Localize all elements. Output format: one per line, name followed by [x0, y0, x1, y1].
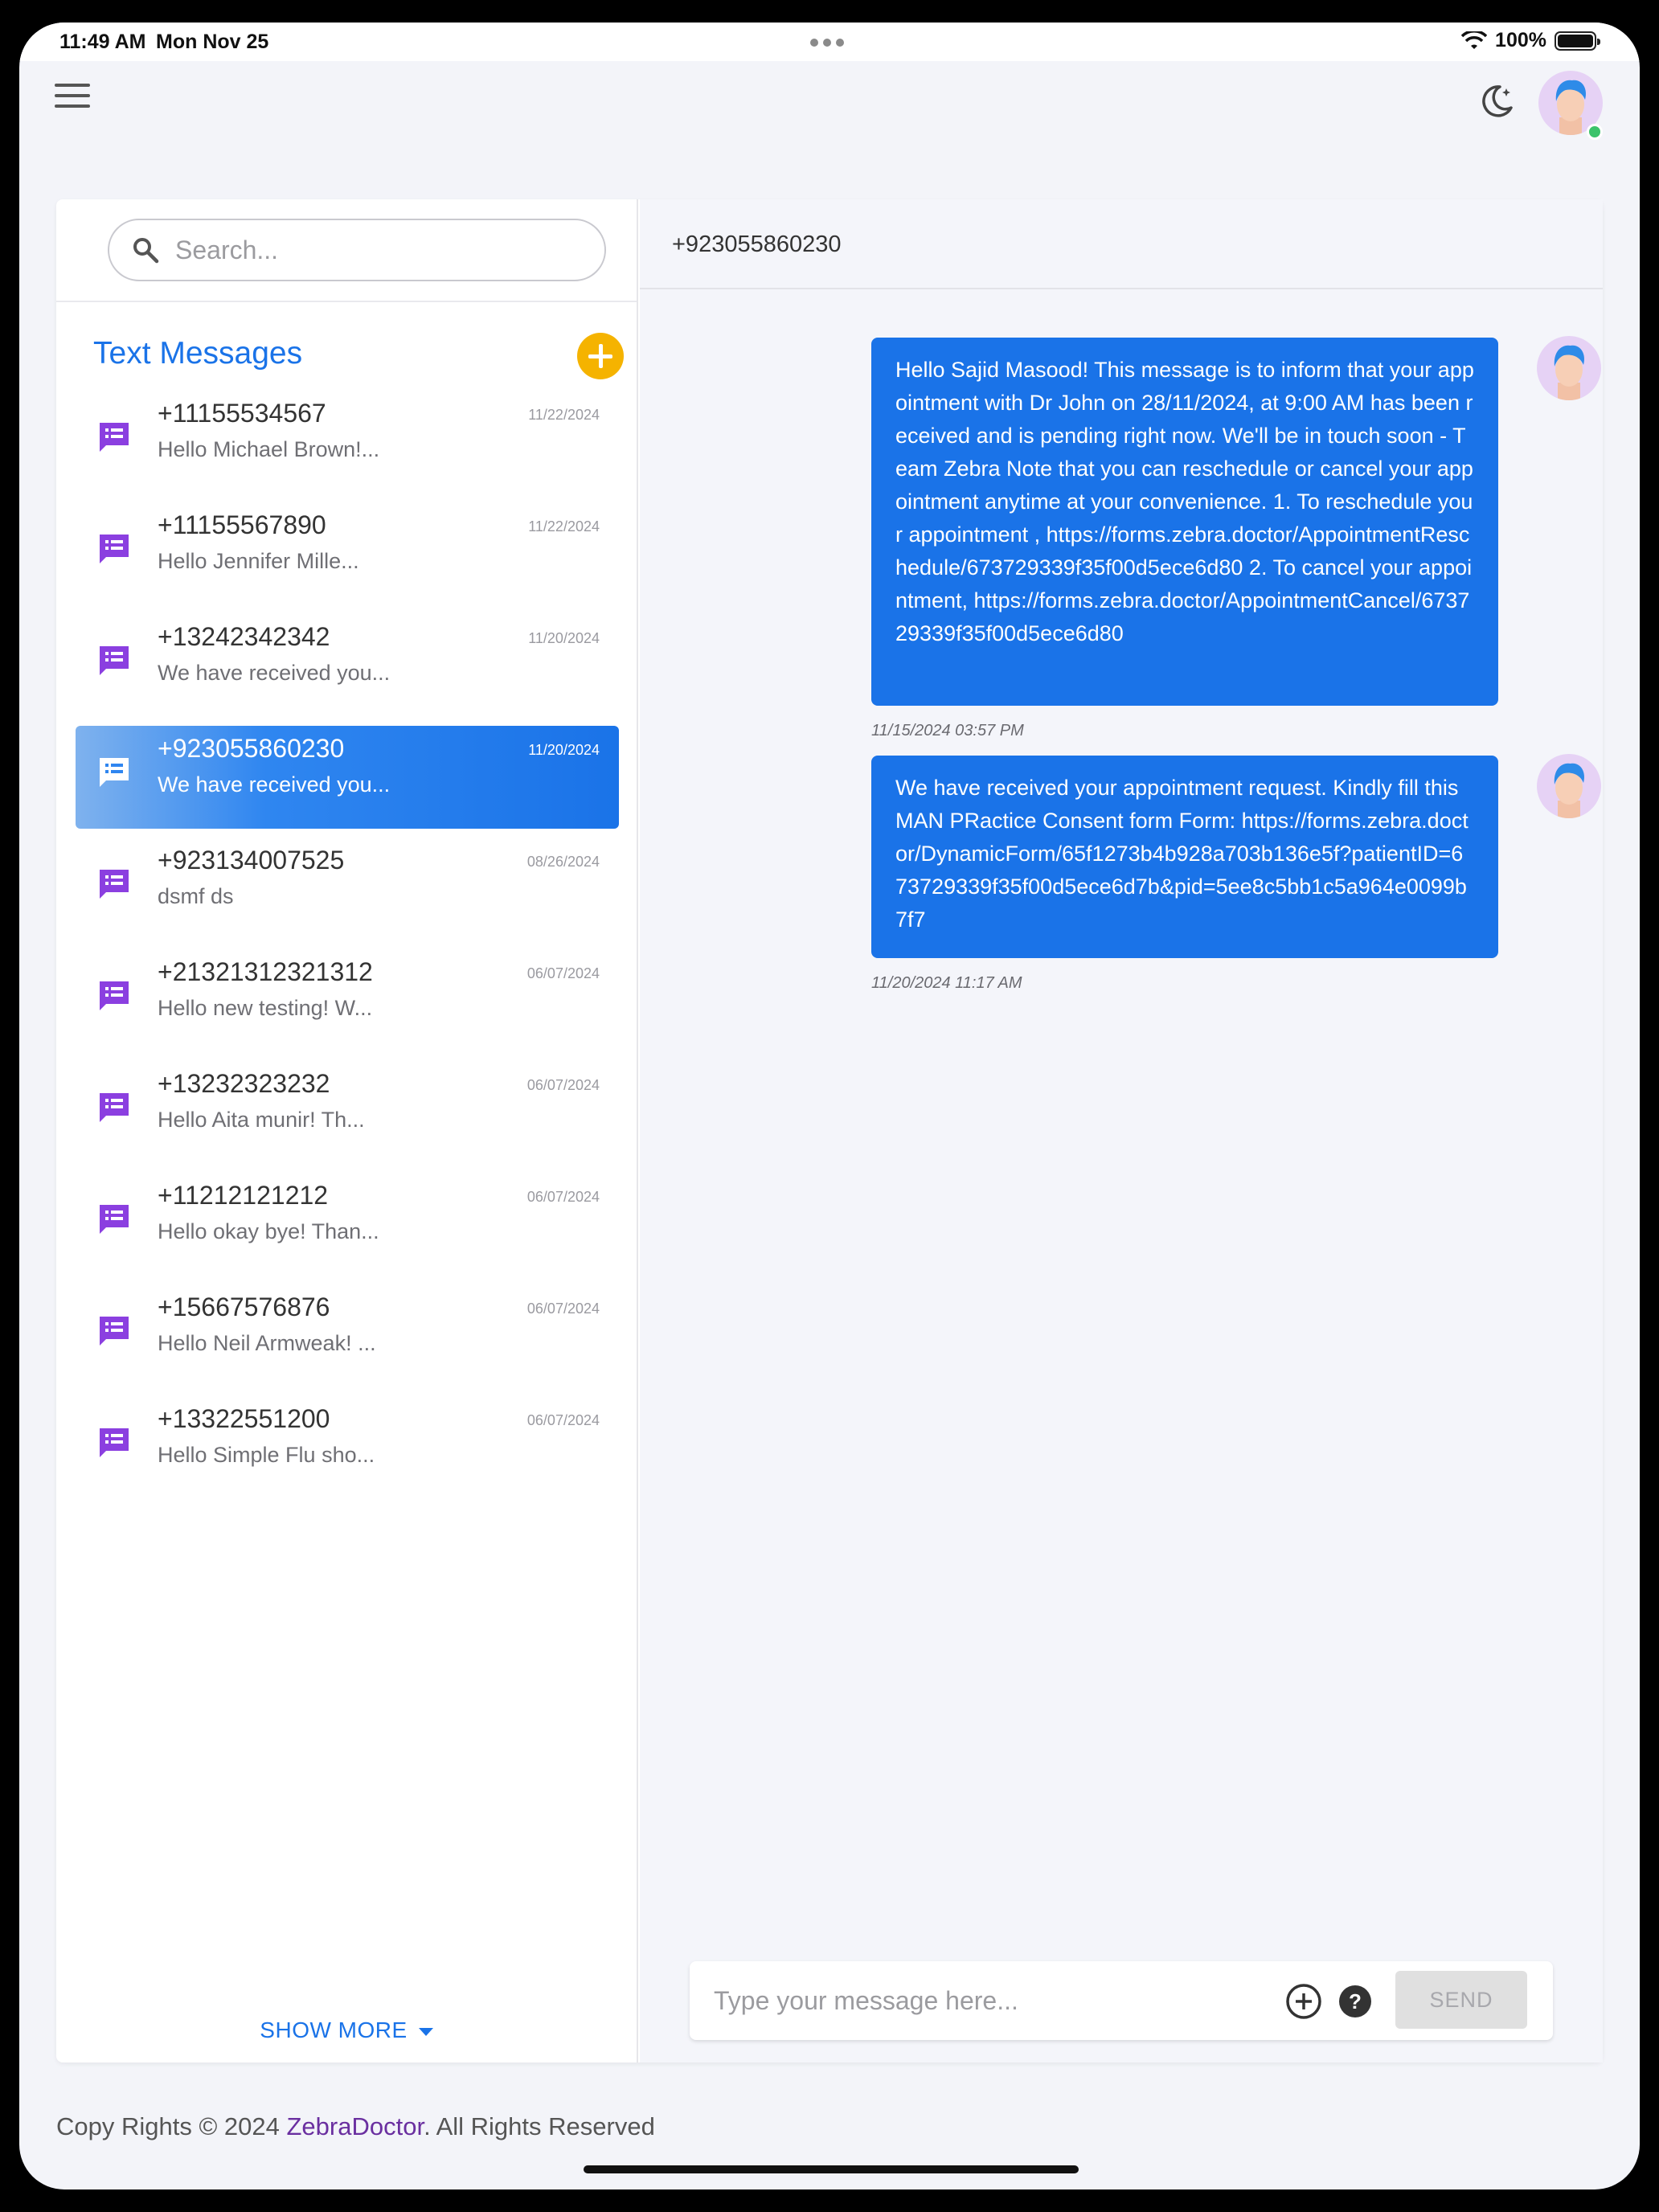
thread-phone: +923055860230: [158, 734, 345, 763]
wifi-icon: [1461, 31, 1488, 49]
thread-preview: Hello Neil Armweak! ...: [158, 1331, 376, 1355]
thread-phone: +11155534567: [158, 399, 326, 428]
avatar-illustration: [1554, 763, 1585, 818]
threads-panel: Text Messages +11155534567 11/22/2024 Hell…: [56, 199, 638, 2062]
thread-phone: +13322551200: [158, 1404, 330, 1433]
message-list-icon: [100, 646, 129, 675]
multitasking-dots[interactable]: [810, 39, 844, 47]
status-time: 11:49 AM: [59, 31, 146, 53]
show-more-button[interactable]: SHOW MORE: [56, 2017, 637, 2043]
sender-avatar: [1537, 754, 1601, 818]
list-title: Text Messages: [93, 336, 303, 371]
thread-preview: Hello new testing! W...: [158, 996, 373, 1020]
thread-item[interactable]: +13242342342 11/20/2024 We have received y…: [76, 614, 619, 717]
sender-avatar: [1537, 336, 1601, 400]
message-list-icon: [100, 1428, 129, 1457]
search-area: [56, 199, 637, 302]
list-header: Text Messages: [56, 302, 637, 391]
thread-preview: Hello okay bye! Than...: [158, 1219, 379, 1243]
thread-date: 11/20/2024: [528, 742, 600, 758]
thread-phone: +923134007525: [158, 846, 345, 875]
footer-suffix: . All Rights Reserved: [424, 2112, 655, 2140]
thread-preview: dsmf ds: [158, 884, 234, 908]
footer-brand-link[interactable]: ZebraDoctor: [287, 2112, 424, 2140]
thread-preview: We have received you...: [158, 772, 391, 797]
show-more-label: SHOW MORE: [260, 2017, 408, 2042]
battery-percent: 100%: [1495, 29, 1546, 51]
footer: Copy Rights © 2024 ZebraDoctor. All Righ…: [56, 2112, 655, 2141]
thread-date: 06/07/2024: [526, 1077, 600, 1093]
thread-list: +11155534567 11/22/2024 Hello Michael Brow…: [76, 391, 619, 1508]
thread-preview: Hello Simple Flu sho...: [158, 1443, 375, 1467]
status-bar: 11:49 AM Mon Nov 25 100%: [19, 23, 1640, 61]
thread-item[interactable]: +11155567890 11/22/2024 Hello Jennifer Mil…: [76, 502, 619, 605]
thread-phone: +13242342342: [158, 622, 330, 651]
message-list-icon: [100, 1205, 129, 1234]
plus-circle-icon[interactable]: [577, 333, 624, 379]
thread-date: 11/22/2024: [528, 518, 600, 535]
thread-date: 11/22/2024: [528, 407, 600, 423]
footer-prefix: Copy Rights © 2024: [56, 2112, 287, 2140]
thread-date: 11/20/2024: [528, 630, 600, 646]
thread-item[interactable]: +11155534567 11/22/2024 Hello Michael Brow…: [76, 391, 619, 494]
thread-date: 06/07/2024: [526, 1301, 600, 1317]
conversation-phone: +923055860230: [672, 231, 842, 257]
message-list-icon: [100, 1317, 129, 1346]
thread-item[interactable]: +21321312321312 06/07/2024 Hello new testi…: [76, 949, 619, 1052]
thread-item[interactable]: +923055860230 11/20/2024 We have received …: [76, 726, 619, 829]
online-status-dot: [1587, 124, 1603, 140]
home-indicator[interactable]: [584, 2165, 1079, 2173]
thread-phone: +11155567890: [158, 510, 326, 539]
svg-text:?: ?: [1349, 1989, 1362, 2013]
thread-item[interactable]: +13322551200 06/07/2024 Hello Simple Flu s…: [76, 1396, 619, 1499]
ipad-screen: 11:49 AM Mon Nov 25 100% Search... Text …: [19, 23, 1640, 2189]
thread-date: 06/07/2024: [526, 965, 600, 981]
send-button[interactable]: SEND: [1395, 1971, 1527, 2029]
thread-item[interactable]: +923134007525 08/26/2024 dsmf ds: [76, 838, 619, 940]
avatar-illustration: [1554, 345, 1585, 400]
status-date: Mon Nov 25: [156, 31, 269, 53]
search-icon: [133, 238, 159, 264]
thread-date: 06/07/2024: [526, 1412, 600, 1428]
hamburger-icon[interactable]: [55, 84, 90, 113]
message-list-icon: [100, 423, 129, 452]
conversation-panel: +923055860230 Hello Sajid Masood! This m…: [640, 199, 1603, 2062]
thread-phone: +11212121212: [158, 1181, 329, 1210]
message-list-icon: [100, 758, 129, 787]
messages-card: Text Messages +11155534567 11/22/2024 Hell…: [56, 199, 1603, 2062]
thread-date: 06/07/2024: [526, 1189, 600, 1205]
message-timestamp: 11/15/2024 03:57 PM: [871, 722, 1024, 739]
battery-icon: [1555, 31, 1600, 51]
message-list-icon: [100, 981, 129, 1010]
message-timestamp: 11/20/2024 11:17 AM: [871, 974, 1022, 992]
moon-stars-icon[interactable]: [1476, 80, 1518, 122]
thread-date: 08/26/2024: [526, 854, 600, 870]
thread-item[interactable]: +13232323232 06/07/2024 Hello Aita munir! …: [76, 1061, 619, 1164]
message-bubble: We have received your appointment reques…: [871, 756, 1498, 958]
message-bubble: Hello Sajid Masood! This message is to i…: [871, 338, 1498, 706]
thread-item[interactable]: +15667576876 06/07/2024 Hello Neil Armweak…: [76, 1284, 619, 1387]
thread-preview: Hello Aita munir! Th...: [158, 1108, 365, 1132]
caret-down-icon: [418, 2027, 433, 2036]
conversation-header: +923055860230: [640, 199, 1603, 289]
message-list-icon: [100, 870, 129, 899]
app-header: [19, 61, 1640, 174]
status-indicators: 100%: [1461, 29, 1600, 52]
search-input[interactable]: [175, 235, 561, 265]
message-composer: ? SEND: [690, 1961, 1553, 2040]
thread-preview: Hello Michael Brown!...: [158, 437, 380, 461]
thread-item[interactable]: +11212121212 06/07/2024 Hello okay bye! Th…: [76, 1173, 619, 1276]
plus-circle-outline-icon[interactable]: [1284, 1982, 1323, 2021]
thread-preview: Hello Jennifer Mille...: [158, 549, 359, 573]
search-box[interactable]: [108, 219, 606, 281]
message-list-icon: [100, 535, 129, 563]
thread-phone: +21321312321312: [158, 957, 373, 986]
help-circle-icon[interactable]: ?: [1337, 1984, 1373, 2019]
thread-phone: +13232323232: [158, 1069, 330, 1098]
message-input[interactable]: [714, 1981, 1260, 2021]
thread-preview: We have received you...: [158, 661, 391, 685]
thread-phone: +15667576876: [158, 1292, 330, 1321]
message-list-icon: [100, 1093, 129, 1122]
